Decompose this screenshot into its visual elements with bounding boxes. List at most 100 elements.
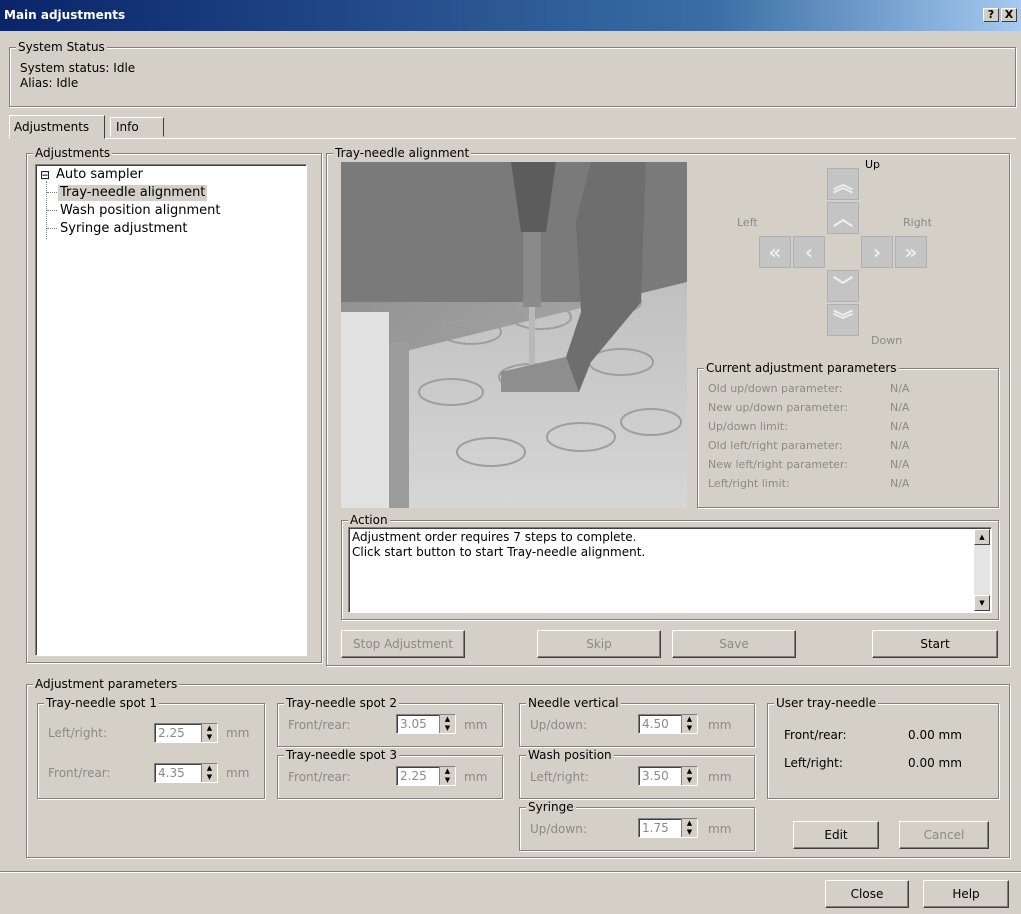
down-fast-button[interactable]: ︾ (827, 304, 859, 336)
unit-label: mm (226, 726, 250, 740)
tree-item-wash-position-alignment[interactable]: Wash position alignment (60, 203, 220, 219)
tree-line (47, 192, 57, 193)
spot2-fr-value: 3.05 (400, 717, 427, 731)
tab-adjustments-label: Adjustments (14, 120, 90, 134)
edit-button[interactable]: Edit (793, 821, 879, 849)
right-button[interactable]: › (861, 236, 893, 268)
spot1-legend: Tray-needle spot 1 (44, 696, 159, 710)
param-value: N/A (890, 458, 910, 471)
syringe-ud-label: Up/down: (530, 822, 587, 836)
spin-arrows-icon[interactable]: ▲ ▼ (681, 767, 697, 785)
unit-label: mm (708, 718, 732, 732)
close-title-button[interactable]: X (1001, 8, 1017, 22)
param-label: New up/down parameter: (708, 401, 848, 414)
tab-info[interactable]: Info (110, 117, 164, 137)
wash-lr-spinbox[interactable]: 3.50 ▲ ▼ (638, 766, 698, 786)
action-line-1: Adjustment order requires 7 steps to com… (352, 530, 637, 544)
param-value: N/A (890, 420, 910, 433)
needle-ud-label: Up/down: (530, 718, 587, 732)
left-fast-button[interactable]: « (759, 236, 791, 268)
help-title-button[interactable]: ? (983, 8, 999, 22)
scroll-down-button[interactable]: ▼ (974, 595, 990, 611)
user-tray-needle-legend: User tray-needle (774, 696, 879, 710)
spot1-fr-spinbox[interactable]: 4.35 ▲ ▼ (154, 763, 218, 783)
left-label: Left (737, 216, 758, 229)
spot2-fr-spinbox[interactable]: 3.05 ▲ ▼ (396, 714, 456, 734)
left-button[interactable]: ‹ (793, 236, 825, 268)
syringe-ud-spinbox[interactable]: 1.75 ▲ ▼ (638, 818, 698, 838)
tab-adjustments[interactable]: Adjustments (9, 115, 105, 139)
action-scrollbar[interactable]: ▲ ▼ (974, 529, 990, 611)
up-fast-button[interactable]: ︽ (827, 168, 859, 200)
down-label: Down (871, 334, 903, 347)
right-fast-button[interactable]: » (895, 236, 927, 268)
tree-item-tray-needle-alignment[interactable]: Tray-needle alignment (58, 185, 208, 201)
unit-label: mm (464, 718, 488, 732)
spot3-fr-label: Front/rear: (288, 770, 351, 784)
tree-root-auto-sampler[interactable]: Auto sampler (56, 167, 143, 183)
tree-item-syringe-adjustment[interactable]: Syringe adjustment (60, 221, 187, 237)
action-textarea[interactable]: Adjustment order requires 7 steps to com… (348, 527, 992, 613)
param-label: Up/down limit: (708, 420, 788, 433)
scroll-up-button[interactable]: ▲ (974, 529, 990, 545)
up-button[interactable]: ︿ (827, 202, 859, 234)
action-legend: Action (348, 513, 390, 527)
help-button[interactable]: Help (923, 880, 1009, 908)
tab-divider (9, 138, 1016, 139)
user-lr-value: 0.00 mm (908, 756, 962, 770)
param-label: Left/right limit: (708, 477, 790, 490)
spin-arrows-icon[interactable]: ▲ ▼ (439, 715, 455, 733)
system-status-group: System Status System status: Idle Alias:… (9, 40, 1016, 107)
wash-lr-label: Left/right: (530, 770, 589, 784)
camera-view-graphic (341, 162, 687, 508)
spot2-group: Tray-needle spot 2 Front/rear: 3.05 ▲ ▼ m… (277, 696, 503, 747)
param-value: N/A (890, 401, 910, 414)
adjustment-params-group: Adjustment parameters Tray-needle spot 1… (26, 677, 1010, 858)
wash-position-legend: Wash position (526, 748, 614, 762)
spot1-group: Tray-needle spot 1 Left/right: 2.25 ▲ ▼ m… (37, 696, 265, 799)
unit-label: mm (464, 770, 488, 784)
unit-label: mm (226, 766, 250, 780)
needle-ud-spinbox[interactable]: 4.50 ▲ ▼ (638, 714, 698, 734)
close-button[interactable]: Close (825, 880, 909, 908)
alias-text: Alias: Idle (20, 76, 79, 90)
spin-arrows-icon[interactable]: ▲ ▼ (439, 767, 455, 785)
system-status-legend: System Status (16, 40, 107, 54)
spot1-fr-value: 4.35 (158, 766, 185, 780)
skip-button[interactable]: Skip (537, 630, 661, 658)
spin-arrows-icon[interactable]: ▲ ▼ (201, 764, 217, 782)
user-fr-value: 0.00 mm (908, 728, 962, 742)
spin-arrows-icon[interactable]: ▲ ▼ (681, 819, 697, 837)
spot3-fr-spinbox[interactable]: 2.25 ▲ ▼ (396, 766, 456, 786)
needle-ud-value: 4.50 (642, 717, 669, 731)
adjustments-group: Adjustments ⊟ Auto sampler Tray-needle a… (26, 146, 322, 663)
param-value: N/A (890, 382, 910, 395)
adjustments-tree[interactable]: ⊟ Auto sampler Tray-needle alignment Was… (35, 164, 307, 656)
cancel-button[interactable]: Cancel (899, 821, 989, 849)
stop-adjustment-button[interactable]: Stop Adjustment (341, 630, 465, 658)
user-fr-label: Front/rear: (784, 728, 847, 742)
needle-vertical-legend: Needle vertical (526, 696, 621, 710)
user-lr-label: Left/right: (784, 756, 843, 770)
syringe-ud-value: 1.75 (642, 821, 669, 835)
save-button[interactable]: Save (672, 630, 796, 658)
param-label: Old up/down parameter: (708, 382, 843, 395)
spin-arrows-icon[interactable]: ▲ ▼ (681, 715, 697, 733)
spot2-legend: Tray-needle spot 2 (284, 696, 399, 710)
spot3-legend: Tray-needle spot 3 (284, 748, 399, 762)
action-line-2: Click start button to start Tray-needle … (352, 545, 646, 559)
unit-label: mm (708, 822, 732, 836)
start-button[interactable]: Start (872, 630, 998, 658)
spot3-fr-value: 2.25 (400, 769, 427, 783)
spot1-lr-spinbox[interactable]: 2.25 ▲ ▼ (154, 723, 218, 743)
down-button[interactable]: ﹀ (827, 270, 859, 302)
current-params-legend: Current adjustment parameters (704, 361, 899, 375)
tray-needle-alignment-legend: Tray-needle alignment (333, 146, 472, 160)
camera-image (341, 162, 687, 508)
adjustment-params-legend: Adjustment parameters (33, 677, 180, 691)
wash-position-group: Wash position Left/right: 3.50 ▲ ▼ mm (519, 748, 755, 799)
param-value: N/A (890, 439, 910, 452)
tray-needle-alignment-group: Tray-needle alignment Up Down Left Right… (326, 146, 1010, 666)
needle-vertical-group: Needle vertical Up/down: 4.50 ▲ ▼ mm (519, 696, 755, 747)
spin-arrows-icon[interactable]: ▲ ▼ (201, 724, 217, 742)
